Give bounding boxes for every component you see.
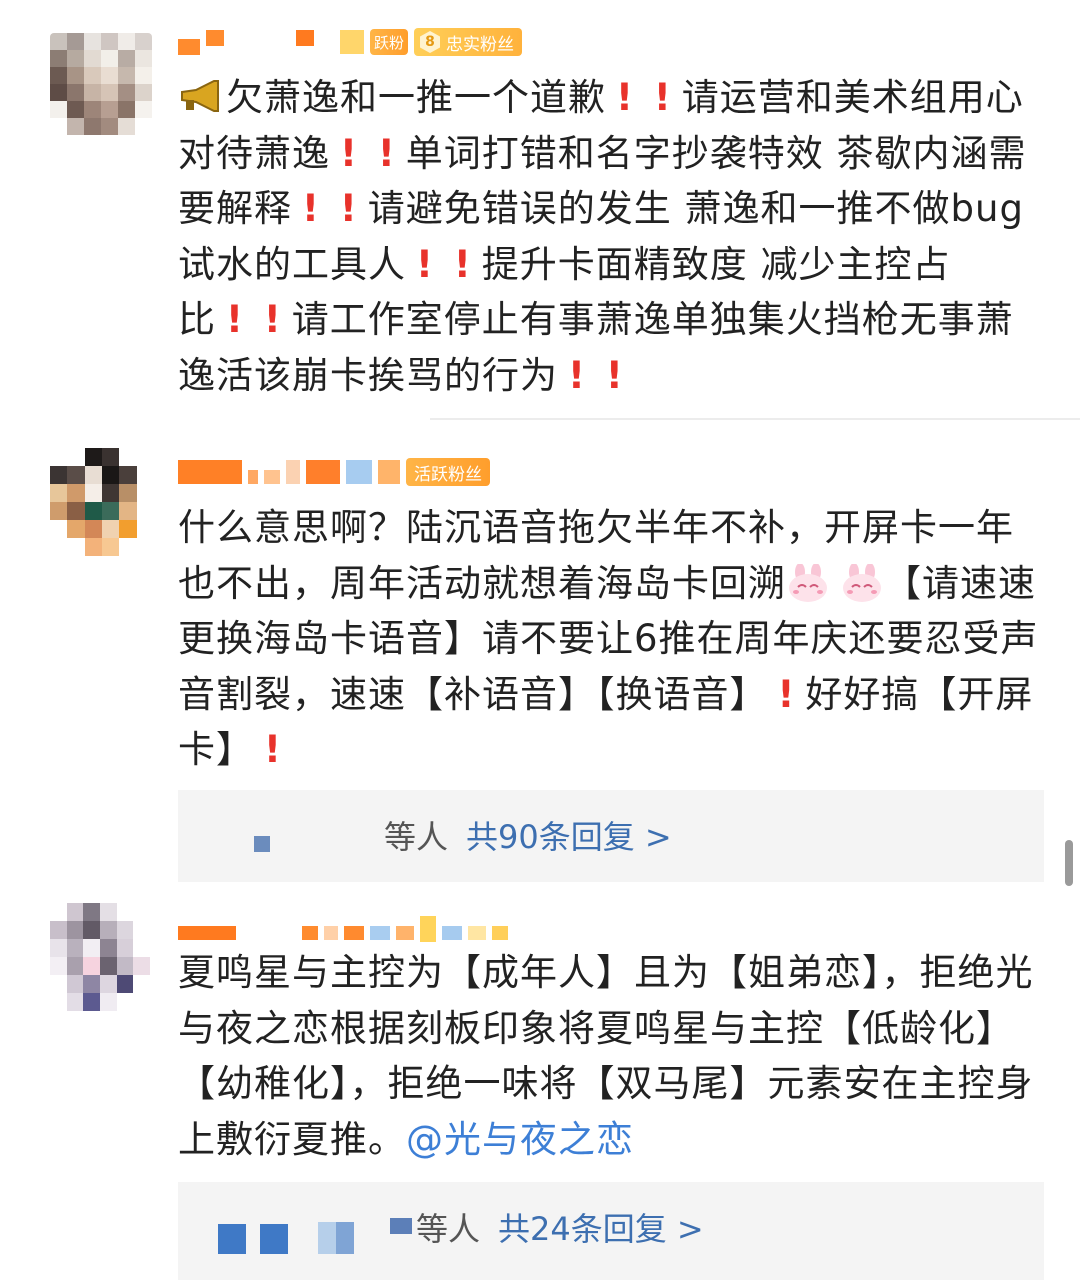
red-exclamation-icon: ! <box>616 76 634 119</box>
reply-summary-box[interactable]: 等人 共90条回复 > <box>178 790 1044 882</box>
comment-text: 夏鸣星与主控为【成年人】且为【姐弟恋】，拒绝光与夜之恋根据刻板印象将夏鸣星与主控… <box>178 945 1048 1167</box>
mention-link[interactable]: @光与夜之恋 <box>406 1118 634 1161</box>
username-row[interactable]: 活跃粉丝 <box>178 452 490 492</box>
fan-badge[interactable]: 跃粉 <box>370 29 409 55</box>
red-exclamation-icon: ! <box>340 131 358 175</box>
comment-text: 欠萧逸和一推一个道歉!! 请运营和美术组用心对待萧逸!! 单词打错和名字抄袭特效 茶… <box>178 70 1048 403</box>
red-exclamation-icon: ! <box>777 672 796 716</box>
divider <box>430 418 1080 420</box>
replier-avatars-blurred <box>318 1222 354 1254</box>
bunny-emoji-icon <box>840 562 884 602</box>
red-exclamation-icon: ! <box>568 353 586 397</box>
comment-text: 什么意思啊？陆沉语音拖欠半年不补，开屏卡一年也不出，周年活动就想着海岛卡回溯 【请… <box>178 500 1048 778</box>
fan-badge-label: 活跃粉丝 <box>414 464 482 485</box>
replier-avatars-blurred <box>254 836 270 852</box>
username-blurred[interactable] <box>178 460 406 484</box>
comment-1: 跃粉 8 忠实粉丝 欠萧逸和一推一个道歉!! 请运营和美术组用心对待萧逸!! 单词打… <box>0 0 1080 420</box>
reply-summary-prefix: 等人 <box>384 818 449 856</box>
reply-summary-box[interactable]: 等人 共24条回复 > <box>178 1182 1044 1280</box>
megaphone-icon <box>178 76 226 119</box>
red-exclamation-icon: ! <box>263 298 282 341</box>
red-exclamation-icon: ! <box>302 187 320 230</box>
avatar[interactable] <box>50 903 150 1011</box>
reply-summary-prefix: 等人 <box>416 1210 481 1248</box>
loyal-fan-badge[interactable]: 8 忠实粉丝 <box>414 28 523 56</box>
avatar[interactable] <box>50 448 154 556</box>
scrollbar[interactable] <box>1065 840 1073 886</box>
view-replies-link[interactable]: 共24条回复 > <box>498 1210 704 1248</box>
red-exclamation-icon: ! <box>453 242 472 286</box>
comment-segment: 欠萧逸和一推一个道歉 <box>226 76 606 119</box>
comment-3: 夏鸣星与主控为【成年人】且为【姐弟恋】，拒绝光与夜之恋根据刻板印象将夏鸣星与主控… <box>0 895 1080 1280</box>
red-exclamation-icon: ! <box>416 242 434 286</box>
username-row[interactable] <box>178 909 514 949</box>
red-exclamation-icon: ! <box>653 76 672 119</box>
avatar[interactable] <box>50 33 152 135</box>
replier-avatars-blurred <box>218 1224 288 1254</box>
red-exclamation-icon: ! <box>339 187 358 230</box>
red-exclamation-icon: ! <box>264 728 282 771</box>
fan-badge-label: 跃粉 <box>374 33 405 52</box>
bunny-emoji-icon <box>786 562 830 602</box>
red-exclamation-icon: ! <box>226 298 244 341</box>
view-replies-link[interactable]: 共90条回复 > <box>466 818 672 856</box>
username-row[interactable]: 跃粉 8 忠实粉丝 <box>178 22 523 62</box>
username-blurred[interactable] <box>178 916 514 942</box>
username-blurred[interactable] <box>178 30 370 55</box>
comment-2: 活跃粉丝 什么意思啊？陆沉语音拖欠半年不补，开屏卡一年也不出，周年活动就想着海岛… <box>0 440 1080 882</box>
comment-segment: 请工作室停止有事萧逸单独集火挡枪无事萧逸活该崩卡挨骂的行为 <box>178 298 1014 397</box>
loyal-fan-badge-label: 忠实粉丝 <box>446 34 515 55</box>
red-exclamation-icon: ! <box>377 131 396 175</box>
reply-summary[interactable]: 等人 共90条回复 > <box>384 812 672 858</box>
replier-avatars-blurred <box>390 1218 412 1234</box>
reply-summary[interactable]: 等人 共24条回复 > <box>416 1204 704 1250</box>
red-exclamation-icon: ! <box>605 353 624 397</box>
fan-level-icon: 8 <box>420 31 441 53</box>
fan-badge[interactable]: 活跃粉丝 <box>406 458 490 486</box>
